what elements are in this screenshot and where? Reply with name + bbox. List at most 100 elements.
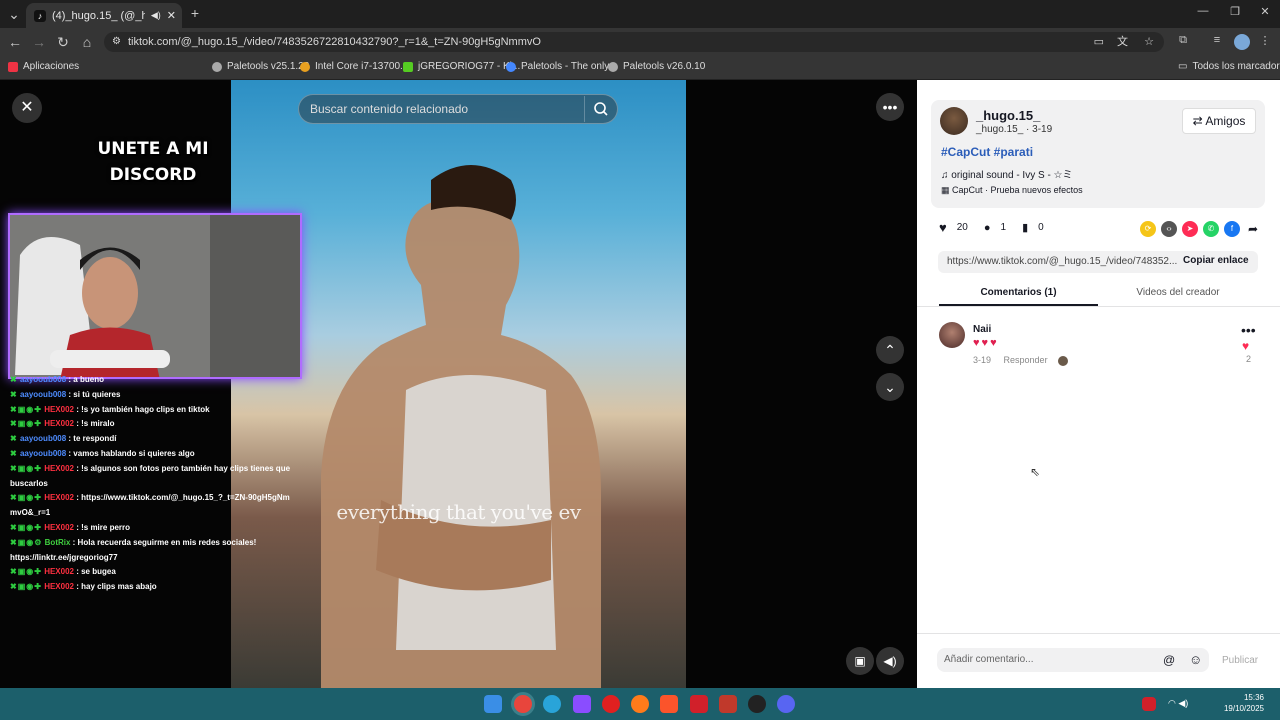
home-icon[interactable]: ⌂	[80, 34, 94, 50]
chat-line: ✖ aayooub008 : a bueno	[10, 375, 104, 384]
paletools-icon	[608, 61, 618, 72]
commenter-avatar[interactable]	[939, 322, 965, 348]
browser-tab[interactable]: ♪ (4)_hugo.15_ (@_hugo.15_) ◀) ✕	[26, 3, 182, 28]
discord-banner: UNETE A MI DISCORD	[97, 139, 209, 185]
divider	[917, 306, 1280, 307]
maximize-icon[interactable]: ❐	[1228, 5, 1242, 18]
bookmark-paletools-3[interactable]: Paletools v26.0.10	[608, 61, 705, 72]
save-action[interactable]: ▮ 0	[1022, 221, 1044, 234]
bookmark-star-icon[interactable]: ☆	[1144, 32, 1154, 52]
comment-like-icon[interactable]: ♥	[1242, 339, 1249, 353]
app-x-icon[interactable]	[690, 695, 708, 713]
edge-icon[interactable]	[543, 695, 561, 713]
emoji-icon[interactable]: ☺	[1189, 652, 1202, 667]
tab-search-icon[interactable]: ⌄	[6, 6, 22, 23]
more-options-icon[interactable]: •••	[876, 93, 904, 121]
minimize-icon[interactable]: —	[1196, 5, 1210, 17]
embed-icon[interactable]: ‹›	[1161, 221, 1177, 237]
discord-icon[interactable]	[777, 695, 795, 713]
comment-action[interactable]: ● 1	[984, 222, 1006, 234]
video-player[interactable]: everything that you've ev	[231, 80, 686, 688]
author-name[interactable]: _hugo.15_	[976, 108, 1040, 123]
all-bookmarks[interactable]: ▭Todos los marcadores	[1178, 61, 1280, 72]
commenter-name[interactable]: Naii	[973, 324, 991, 335]
volume-icon[interactable]: ◀)	[876, 647, 904, 675]
bookmark-paletools-1[interactable]: Paletools v25.1.23	[212, 61, 309, 72]
chat-line: ✖▣◉✚ HEX002 : !s algunos son fotos pero …	[10, 463, 291, 488]
browser-tab-bar: ⌄ ♪ (4)_hugo.15_ (@_hugo.15_) ◀) ✕ + — ❐…	[0, 0, 1280, 28]
menu-icon[interactable]: ⋮	[1258, 34, 1272, 47]
intel-icon	[300, 61, 310, 72]
send-icon[interactable]: ➤	[1182, 221, 1198, 237]
friends-button[interactable]: ⇄ Amigos	[1182, 108, 1256, 134]
facebook-icon[interactable]: f	[1224, 221, 1240, 237]
next-video-icon[interactable]: ⌄	[876, 373, 904, 401]
chat-line: ✖▣◉✚ HEX002 : !s yo también hago clips e…	[10, 404, 210, 414]
stream-chat: ✖ aayooub008 : a bueno ✖ aayooub008 : si…	[10, 373, 295, 595]
mention-icon[interactable]: @	[1163, 653, 1175, 667]
previous-video-icon[interactable]: ⌃	[876, 336, 904, 364]
author-subtitle: _hugo.15_ · 3-19	[976, 124, 1053, 135]
bookmark-icon: ▮	[1022, 222, 1029, 234]
capcut-app-icon[interactable]	[719, 695, 737, 713]
firefox-icon[interactable]	[631, 695, 649, 713]
bookmark-apps[interactable]: Aplicaciones	[8, 61, 79, 72]
brave-icon[interactable]	[660, 695, 678, 713]
kick-icon	[403, 61, 413, 72]
share-row: ⟳ ‹› ➤ ✆ f ➦	[1135, 221, 1261, 237]
folder-icon: ▭	[1178, 61, 1188, 72]
music-note-icon: ♫	[941, 170, 952, 181]
reply-button[interactable]: Responder	[1004, 355, 1048, 365]
translate-icon[interactable]: 文	[1117, 32, 1128, 52]
close-window-icon[interactable]: ✕	[1258, 5, 1272, 18]
audio-icon[interactable]: ◀)	[151, 10, 161, 21]
bookmark-kick[interactable]: jGREGORIOG77 - Ki...	[403, 61, 520, 72]
bookmark-paletools-2[interactable]: Paletools - The only...	[506, 61, 617, 72]
new-tab-icon[interactable]: +	[188, 5, 202, 21]
webcam-scene	[10, 215, 300, 377]
heart-icon: ♥	[939, 220, 947, 235]
close-tab-icon[interactable]: ✕	[167, 9, 176, 22]
install-app-icon[interactable]: ▭	[1094, 32, 1104, 52]
reload-icon[interactable]: ↻	[56, 34, 70, 51]
reading-list-icon[interactable]: ≡	[1210, 34, 1224, 46]
whatsapp-icon[interactable]: ✆	[1203, 221, 1219, 237]
search-button[interactable]	[584, 96, 616, 122]
publish-button[interactable]: Publicar	[1222, 655, 1258, 666]
opera-icon[interactable]	[602, 695, 620, 713]
sound-link[interactable]: ♫ original sound - Ivy S - ☆ミ	[941, 166, 1073, 181]
twitch-icon[interactable]	[573, 695, 591, 713]
copy-link-button[interactable]: Copiar enlace	[1183, 255, 1249, 266]
chat-line: ✖▣◉✚ HEX002 : !s mire perro	[10, 522, 131, 532]
close-icon[interactable]: ✕	[12, 93, 42, 123]
profile-avatar[interactable]	[1234, 34, 1250, 50]
site-info-icon[interactable]: ⚙	[112, 32, 121, 52]
chat-line: ✖▣◉✚ HEX002 : !s miralo	[10, 419, 115, 429]
search-input[interactable]: Buscar contenido relacionado	[298, 94, 618, 124]
author-avatar[interactable]	[940, 107, 968, 135]
post-info-card: _hugo.15_ _hugo.15_ · 3-19 ⇄ Amigos #Cap…	[931, 100, 1265, 208]
tray-network-icon[interactable]: ◠ ◀)	[1168, 698, 1188, 709]
tab-creator-videos[interactable]: Videos del creador	[1098, 280, 1258, 306]
hashtags[interactable]: #CapCut #parati	[941, 145, 1033, 159]
repost-icon[interactable]: ⟳	[1140, 221, 1156, 237]
pip-icon[interactable]: ▣	[846, 647, 874, 675]
effect-link[interactable]: ▦ CapCut · Prueba nuevos efectos	[941, 185, 1083, 196]
chrome-icon[interactable]	[514, 695, 532, 713]
tab-comments[interactable]: Comentarios (1)	[939, 280, 1098, 306]
system-clock[interactable]: 15:36 19/10/2025	[1224, 692, 1264, 714]
windows-start-icon[interactable]	[484, 695, 502, 713]
extensions-icon[interactable]: ⧉	[1176, 34, 1190, 47]
chat-line: ✖ aayooub008 : si tú quieres	[10, 389, 121, 399]
like-action[interactable]: ♥ 20	[939, 220, 968, 235]
divider	[917, 633, 1280, 634]
obs-icon[interactable]	[748, 695, 766, 713]
back-icon[interactable]: ←	[8, 34, 22, 50]
forward-icon[interactable]: →	[32, 34, 46, 50]
share-icon[interactable]: ➦	[1245, 221, 1261, 237]
url-field[interactable]: ⚙ tiktok.com/@_hugo.15_/video/7483526722…	[104, 32, 1164, 52]
bookmark-intel[interactable]: Intel Core i7-13700...	[300, 61, 408, 72]
chat-line: ✖ aayooub008 : te respondí	[10, 434, 117, 444]
comment-more-icon[interactable]: •••	[1241, 322, 1256, 338]
tray-app-icon[interactable]	[1142, 697, 1156, 711]
